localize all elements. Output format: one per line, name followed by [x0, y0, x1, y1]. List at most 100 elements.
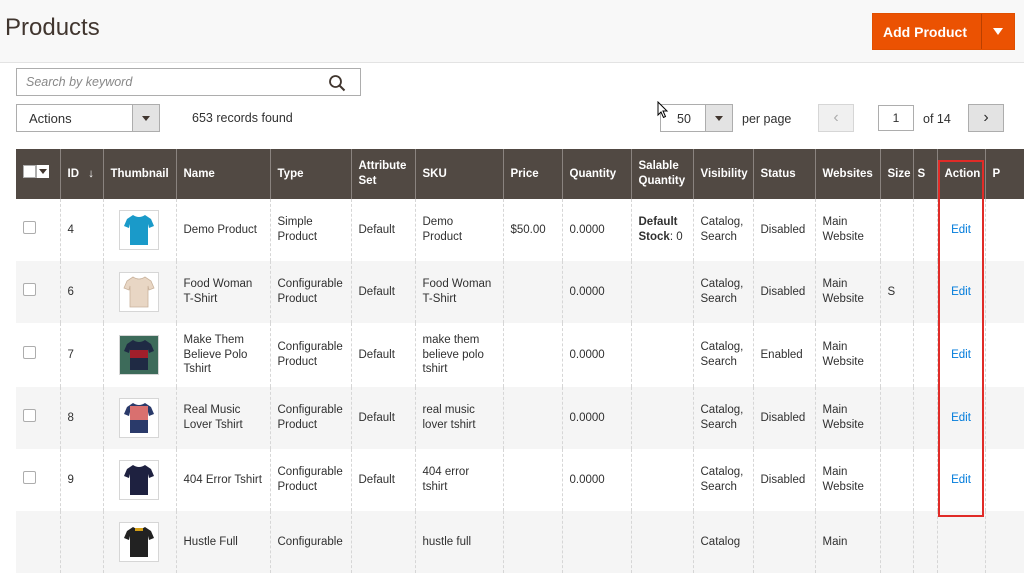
- product-thumbnail[interactable]: [118, 398, 159, 438]
- edit-link[interactable]: Edit: [951, 412, 971, 424]
- per-page-toggle[interactable]: [705, 105, 732, 131]
- search-icon[interactable]: [328, 74, 346, 92]
- product-thumbnail[interactable]: [118, 460, 159, 500]
- cell-status: Enabled: [752, 323, 815, 387]
- per-page-select[interactable]: 50: [660, 104, 733, 132]
- column-header-id[interactable]: ID ↓: [59, 149, 103, 199]
- mass-select-checkbox[interactable]: [23, 165, 49, 179]
- cell-websites: Main Website: [814, 261, 880, 323]
- actions-dropdown[interactable]: Actions: [16, 104, 160, 132]
- cell-attribute-set: Default: [350, 199, 415, 261]
- tshirt-icon: [122, 276, 155, 308]
- cell-quantity: 0.0000: [561, 261, 631, 323]
- column-header-type[interactable]: Type: [269, 149, 351, 199]
- column-header-visibility[interactable]: Visibility: [692, 149, 753, 199]
- cell-price: [502, 323, 562, 387]
- tshirt-icon: [123, 465, 154, 495]
- cell-id: 8: [59, 387, 103, 449]
- cell-attribute-set: Default: [350, 449, 415, 511]
- cell-status: Disabled: [752, 449, 815, 511]
- total-pages: of 14: [923, 112, 951, 126]
- cell-s: [912, 387, 937, 449]
- search-box: [16, 68, 361, 96]
- column-header-websites[interactable]: Websites: [814, 149, 880, 199]
- row-checkbox[interactable]: [23, 346, 36, 360]
- table-row: Hustle Full Configurable hustle full Cat…: [16, 511, 1024, 573]
- cell-size: [879, 387, 913, 449]
- column-header-s[interactable]: S: [912, 149, 937, 199]
- cell-websites: Main Website: [814, 199, 880, 261]
- column-header-size[interactable]: Size: [879, 149, 913, 199]
- column-header-attribute-set[interactable]: Attribute Set: [350, 149, 415, 199]
- cell-p: [984, 323, 1024, 387]
- product-thumbnail[interactable]: [118, 210, 159, 250]
- cell-websites: Main Website: [814, 449, 880, 511]
- page-header: Products Add Product: [0, 0, 1024, 63]
- column-header-status[interactable]: Status: [752, 149, 815, 199]
- column-header-sku[interactable]: SKU: [414, 149, 503, 199]
- mass-select-header[interactable]: [16, 149, 60, 199]
- cell-sku: make them believe polo tshirt: [414, 323, 503, 387]
- product-thumbnail[interactable]: [118, 335, 159, 375]
- cell-action: Edit: [936, 261, 985, 323]
- cell-id: 9: [59, 449, 103, 511]
- add-product-dropdown-toggle[interactable]: [981, 14, 1014, 49]
- cell-name: Real Music Lover Tshirt: [175, 387, 270, 449]
- polo-shirt-icon: [123, 403, 154, 433]
- cell-action: Edit: [936, 199, 985, 261]
- column-header-p[interactable]: P: [984, 149, 1024, 199]
- row-checkbox-cell: [16, 323, 60, 387]
- cell-status: Disabled: [752, 261, 815, 323]
- cell-p: [984, 449, 1024, 511]
- edit-link[interactable]: Edit: [951, 349, 971, 361]
- next-page-button[interactable]: ›: [968, 104, 1004, 132]
- cell-action: Edit: [936, 387, 985, 449]
- cell-size: [879, 323, 913, 387]
- cell-websites: Main: [814, 511, 880, 573]
- cell-status: Disabled: [752, 387, 815, 449]
- row-checkbox[interactable]: [23, 471, 36, 485]
- stock-value: : 0: [669, 231, 683, 243]
- cell-size: [879, 449, 913, 511]
- cell-salable-quantity: [630, 449, 693, 511]
- grid-header-row: ID ↓ Thumbnail Name Type Attribute Set S…: [16, 149, 1024, 199]
- row-checkbox[interactable]: [23, 221, 36, 235]
- cell-s: [912, 261, 937, 323]
- cell-quantity: [561, 511, 631, 573]
- cell-name: Hustle Full: [175, 511, 270, 573]
- cell-status: Disabled: [752, 199, 815, 261]
- column-header-name[interactable]: Name: [175, 149, 270, 199]
- cell-size: [879, 199, 913, 261]
- table-row: 4 Demo Product Simple Product Default De…: [16, 199, 1024, 261]
- column-header-thumbnail[interactable]: Thumbnail: [102, 149, 176, 199]
- cell-quantity: 0.0000: [561, 449, 631, 511]
- cell-sku: Food Woman T-Shirt: [414, 261, 503, 323]
- row-checkbox-cell: [16, 449, 60, 511]
- add-product-button-group[interactable]: Add Product: [872, 13, 1015, 50]
- row-checkbox-cell: [16, 199, 60, 261]
- cell-salable-quantity: [630, 387, 693, 449]
- cell-id: 7: [59, 323, 103, 387]
- product-thumbnail[interactable]: [118, 522, 159, 562]
- actions-dropdown-toggle[interactable]: [132, 105, 159, 131]
- edit-link[interactable]: Edit: [951, 474, 971, 486]
- edit-link[interactable]: Edit: [951, 286, 971, 298]
- cell-type: Configurable Product: [269, 449, 351, 511]
- mouse-cursor-icon: [657, 101, 669, 119]
- column-header-quantity[interactable]: Quantity: [561, 149, 631, 199]
- row-checkbox[interactable]: [23, 409, 36, 423]
- search-input[interactable]: [17, 69, 317, 95]
- actions-dropdown-label: Actions: [29, 111, 72, 126]
- cell-price: $50.00: [502, 199, 562, 261]
- edit-link[interactable]: Edit: [951, 224, 971, 236]
- cell-size: [879, 511, 913, 573]
- cell-s: [912, 199, 937, 261]
- column-header-price[interactable]: Price: [502, 149, 562, 199]
- row-checkbox[interactable]: [23, 283, 36, 297]
- column-header-salable-quantity[interactable]: Salable Quantity: [630, 149, 693, 199]
- previous-page-button[interactable]: ‹: [818, 104, 854, 132]
- product-thumbnail[interactable]: [118, 272, 159, 312]
- page-number-input[interactable]: 1: [878, 105, 914, 131]
- cell-thumbnail: [102, 323, 176, 387]
- add-product-button[interactable]: Add Product: [873, 14, 981, 49]
